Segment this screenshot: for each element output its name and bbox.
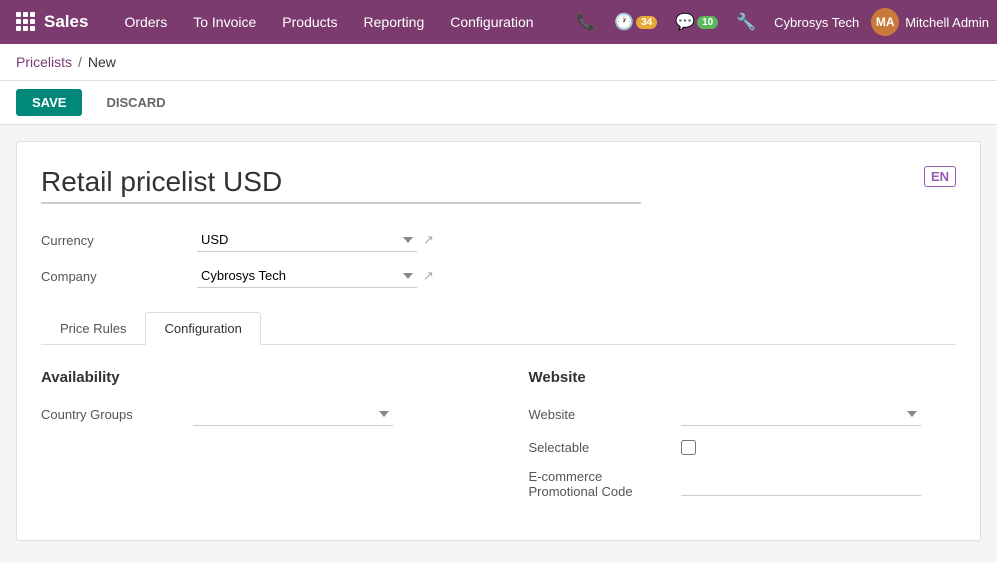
country-groups-row: Country Groups <box>41 402 469 426</box>
grid-menu-icon[interactable] <box>16 12 36 32</box>
phone-button[interactable]: 📞 <box>570 8 602 36</box>
action-bar: SAVE DISCARD <box>0 81 997 125</box>
ecommerce-row: E-commerce Promotional Code <box>529 469 957 499</box>
company-label: Company <box>41 269 181 284</box>
chat-badge: 10 <box>697 16 718 29</box>
clock-icon: 🕐 <box>614 12 634 32</box>
tabs: Price Rules Configuration <box>41 312 956 345</box>
selectable-control <box>681 440 957 455</box>
website-label: Website <box>529 407 669 422</box>
form-title-row: EN <box>41 166 956 204</box>
company-row: Company Cybrosys Tech ↗ <box>41 264 956 288</box>
app-name: Sales <box>44 12 88 32</box>
currency-row: Currency USD ↗ <box>41 228 956 252</box>
chat-icon: 💬 <box>675 12 695 32</box>
currency-control: USD ↗ <box>197 228 434 252</box>
user-avatar[interactable]: MA <box>871 8 899 36</box>
topbar-right: 📞 🕐 34 💬 10 🔧 Cybrosys Tech MA Mitchell … <box>570 8 989 36</box>
currency-external-link-icon[interactable]: ↗ <box>423 232 434 248</box>
pricelist-title-input[interactable] <box>41 166 641 204</box>
website-row: Website <box>529 402 957 426</box>
ecommerce-label: E-commerce Promotional Code <box>529 469 669 499</box>
selectable-row: Selectable <box>529 440 957 455</box>
nav-reporting[interactable]: Reporting <box>352 8 437 36</box>
language-badge[interactable]: EN <box>924 166 956 187</box>
country-groups-label: Country Groups <box>41 407 181 422</box>
company-control: Cybrosys Tech ↗ <box>197 264 434 288</box>
save-button[interactable]: SAVE <box>16 89 82 116</box>
company-select[interactable]: Cybrosys Tech <box>197 264 417 288</box>
tab-price-rules[interactable]: Price Rules <box>41 312 145 345</box>
chat-button[interactable]: 💬 10 <box>669 8 724 36</box>
nav-orders[interactable]: Orders <box>112 8 179 36</box>
nav-configuration[interactable]: Configuration <box>438 8 545 36</box>
website-section: Website Website Selectable <box>529 369 957 513</box>
website-select[interactable] <box>681 402 921 426</box>
currency-select[interactable]: USD <box>197 228 417 252</box>
selectable-label: Selectable <box>529 440 669 455</box>
ecommerce-promo-input[interactable] <box>681 472 921 496</box>
breadcrumb-parent[interactable]: Pricelists <box>16 54 72 70</box>
availability-section: Availability Country Groups <box>41 369 469 513</box>
tab-configuration[interactable]: Configuration <box>145 312 260 345</box>
tab-configuration-content: Availability Country Groups Website Webs… <box>41 369 956 513</box>
avatar-initials: MA <box>876 15 895 29</box>
breadcrumb-current: New <box>88 54 116 70</box>
nav-products[interactable]: Products <box>270 8 349 36</box>
form-card: EN Currency USD ↗ Company Cybrosys Tech <box>16 141 981 541</box>
currency-label: Currency <box>41 233 181 248</box>
user-name: Mitchell Admin <box>905 15 989 30</box>
website-control <box>681 402 957 426</box>
phone-icon: 📞 <box>576 12 596 32</box>
topbar: Sales Orders To Invoice Products Reporti… <box>0 0 997 44</box>
breadcrumb-separator: / <box>78 54 82 70</box>
website-title: Website <box>529 369 957 386</box>
form-fields: Currency USD ↗ Company Cybrosys Tech ↗ <box>41 228 956 288</box>
clock-button[interactable]: 🕐 34 <box>608 8 663 36</box>
main-content: EN Currency USD ↗ Company Cybrosys Tech <box>0 125 997 557</box>
wrench-icon: 🔧 <box>736 12 756 32</box>
country-groups-select[interactable] <box>193 402 393 426</box>
country-groups-control <box>193 402 469 426</box>
ecommerce-control <box>681 472 957 496</box>
selectable-checkbox[interactable] <box>681 440 696 455</box>
discard-button[interactable]: DISCARD <box>90 89 181 116</box>
nav-to-invoice[interactable]: To Invoice <box>181 8 268 36</box>
breadcrumb: Pricelists / New <box>0 44 997 81</box>
company-name: Cybrosys Tech <box>768 15 865 30</box>
main-nav: Orders To Invoice Products Reporting Con… <box>112 8 566 36</box>
company-external-link-icon[interactable]: ↗ <box>423 268 434 284</box>
clock-badge: 34 <box>636 16 657 29</box>
app-logo[interactable]: Sales <box>8 12 108 32</box>
settings-button[interactable]: 🔧 <box>730 8 762 36</box>
availability-title: Availability <box>41 369 469 386</box>
